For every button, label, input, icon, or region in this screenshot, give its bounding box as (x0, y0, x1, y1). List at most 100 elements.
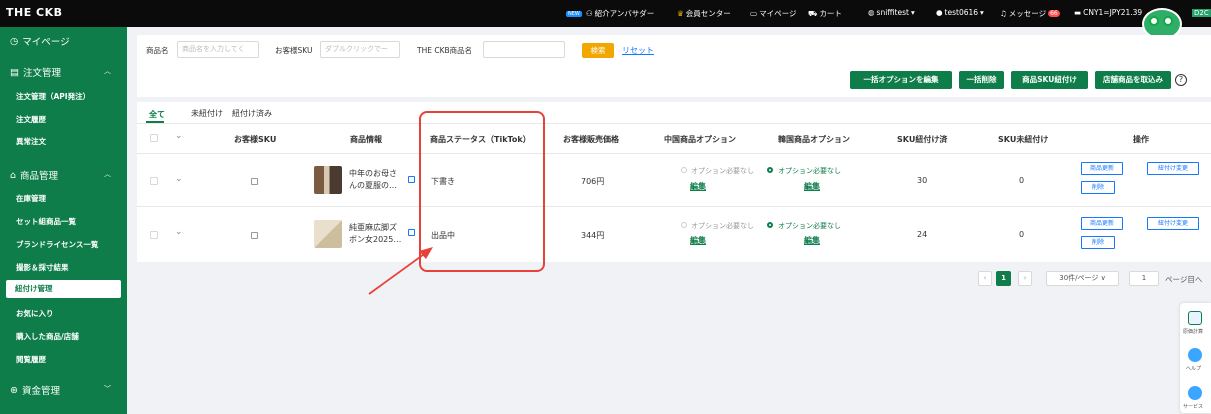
sidebar-item-set-products[interactable]: セット組商品一覧 (16, 216, 143, 227)
delete-button[interactable]: 削除 (1081, 236, 1115, 249)
kr-edit-link[interactable]: 編集 (804, 235, 820, 246)
sidebar-item-linking[interactable]: 紐付け管理 (6, 280, 121, 298)
copy-icon[interactable] (408, 176, 415, 183)
change-link-button[interactable]: 紐付け変更 (1147, 162, 1199, 175)
copy-icon[interactable] (408, 229, 415, 236)
mypage-link[interactable]: ▭ マイページ (750, 8, 796, 19)
chevron-down-icon[interactable]: ⌄ (175, 131, 183, 141)
shop-label: sniffitest (876, 8, 909, 17)
import-store-button[interactable]: 店舗商品を取込み (1095, 71, 1171, 89)
sku-input[interactable]: ダブルクリックでー (320, 41, 400, 58)
sidebar-group-products[interactable]: ⌂ 商品管理 (10, 168, 137, 183)
edit-icon[interactable] (251, 232, 258, 239)
sidebar: ◷ マイページ ▤ 注文管理 ︿ 注文管理（API発注） 注文履歴 異常注文 ⌂… (0, 27, 127, 414)
kr-option-label: オプション必要なし (778, 222, 841, 230)
radio-unselected[interactable] (681, 167, 687, 173)
tab-all[interactable]: 全て (149, 109, 165, 120)
d2c-badge[interactable]: D2C (1192, 9, 1211, 17)
ckb-name-label: THE CKB商品名 (417, 46, 473, 55)
radio-selected[interactable] (767, 167, 773, 173)
sidebar-item-favorites[interactable]: お気に入り (16, 308, 143, 319)
user-menu[interactable]: ● test0616 ▾ (936, 8, 984, 17)
chevron-down-icon: ∨ (1100, 274, 1106, 282)
sidebar-item-api-orders[interactable]: 注文管理（API発注） (16, 91, 143, 102)
update-product-button[interactable]: 商品更新 (1081, 162, 1123, 175)
cart-link[interactable]: ⛟ カート (808, 8, 842, 19)
chevron-down-icon[interactable]: ﹀ (104, 384, 111, 394)
ckb-name-input[interactable] (483, 41, 565, 58)
chat-service-icon[interactable] (1188, 386, 1202, 400)
sidebar-item-mypage[interactable]: ◷ マイページ (10, 34, 137, 49)
calc-label: 原価計算 (1183, 329, 1204, 335)
sidebar-item-purchased[interactable]: 購入した商品/店舗 (16, 331, 143, 342)
cn-edit-link[interactable]: 編集 (690, 181, 706, 192)
calculator-icon[interactable] (1188, 311, 1202, 325)
new-badge: NEW (566, 10, 582, 17)
product-thumbnail[interactable] (314, 220, 342, 248)
page-button-current[interactable]: 1 (996, 271, 1011, 286)
ambassador-link[interactable]: NEW ⚇ 紹介アンバサダー (566, 8, 654, 19)
message-count-badge: 66 (1048, 10, 1060, 17)
next-page-button[interactable]: › (1018, 271, 1032, 286)
per-page-select[interactable]: 30件/ページ ∨ (1046, 271, 1119, 286)
user-label: test0616 (944, 8, 979, 17)
sidebar-item-abnormal-orders[interactable]: 異常注文 (16, 136, 143, 147)
bulk-delete-button[interactable]: 一括削除 (959, 71, 1004, 89)
header-unlinked: SKU未紐付け (998, 135, 1049, 144)
member-center-link[interactable]: ♛ 会員センター (677, 8, 731, 19)
member-center-label: 会員センター (685, 9, 731, 18)
tab-linked[interactable]: 紐付け済み (232, 108, 272, 119)
change-link-button[interactable]: 紐付け変更 (1147, 217, 1199, 230)
edit-options-button[interactable]: 一括オプションを編集 (850, 71, 952, 89)
sidebar-item-order-history[interactable]: 注文履歴 (16, 114, 143, 125)
reset-link[interactable]: リセット (622, 45, 654, 56)
link-sku-button[interactable]: 商品SKU紐付け (1011, 71, 1088, 89)
header-sku: お客様SKU (234, 135, 277, 144)
page-jump-input[interactable]: 1 (1129, 271, 1159, 286)
cn-edit-link[interactable]: 編集 (690, 235, 706, 246)
product-price: 706円 (581, 177, 605, 186)
radio-unselected[interactable] (681, 222, 687, 228)
row-checkbox[interactable] (150, 231, 158, 239)
product-name-label: 商品名 (146, 46, 169, 55)
unlinked-count: 0 (1019, 176, 1025, 185)
unlinked-count: 0 (1019, 230, 1025, 239)
page-jump-suffix: ページ目へ (1165, 275, 1203, 284)
tab-unlinked[interactable]: 未紐付け (191, 108, 223, 119)
sidebar-item-photo-results[interactable]: 撮影＆採寸結果 (16, 262, 143, 273)
kr-edit-link[interactable]: 編集 (804, 181, 820, 192)
mascot-eye-icon (1149, 16, 1159, 26)
brand-logo[interactable]: THE CKB (6, 6, 63, 19)
search-button[interactable]: 検索 (582, 43, 614, 58)
help-circle-icon[interactable] (1188, 348, 1202, 362)
product-name[interactable]: 中年のお母さ んの夏服の… (349, 168, 405, 192)
sidebar-item-brand-license[interactable]: ブランドライセンス一覧 (16, 239, 143, 250)
chevron-down-icon[interactable]: ⌄ (175, 174, 183, 184)
row-checkbox[interactable] (150, 177, 158, 185)
messages-link[interactable]: ♫ メッセージ 66 (1000, 8, 1060, 19)
sidebar-group-orders[interactable]: ▤ 注文管理 (10, 65, 137, 80)
shop-selector[interactable]: ◍ sniffitest ▾ (868, 8, 915, 17)
chevron-down-icon[interactable]: ⌄ (175, 227, 183, 237)
shop-icon: ◍ (868, 8, 875, 17)
caret-up-icon[interactable]: ︿ (104, 169, 111, 179)
prev-page-button[interactable]: ‹ (978, 271, 992, 286)
product-name-input[interactable]: 商品名を入力してく (177, 41, 259, 58)
sidebar-group-finance[interactable]: ⊛ 資金管理 (10, 383, 137, 398)
floating-toolbar: 原価計算 ヘルプ サービス (1180, 303, 1211, 413)
edit-icon[interactable] (251, 178, 258, 185)
product-thumbnail[interactable] (314, 166, 342, 194)
update-product-button[interactable]: 商品更新 (1081, 217, 1123, 230)
delete-button[interactable]: 削除 (1081, 181, 1115, 194)
sidebar-item-inventory[interactable]: 在庫管理 (16, 193, 143, 204)
select-all-checkbox[interactable] (150, 134, 158, 142)
radio-selected[interactable] (767, 222, 773, 228)
help-icon[interactable]: ? (1175, 74, 1187, 86)
caret-up-icon[interactable]: ︿ (104, 66, 111, 76)
caret-down-icon: ▾ (910, 8, 915, 17)
sidebar-item-history[interactable]: 閲覧履歴 (16, 354, 143, 365)
cart-icon: ⛟ (808, 8, 818, 18)
mascot-eye-icon (1163, 16, 1173, 26)
cn-option-label: オプション必要なし (691, 167, 754, 175)
help-label: ヘルプ (1186, 366, 1202, 372)
